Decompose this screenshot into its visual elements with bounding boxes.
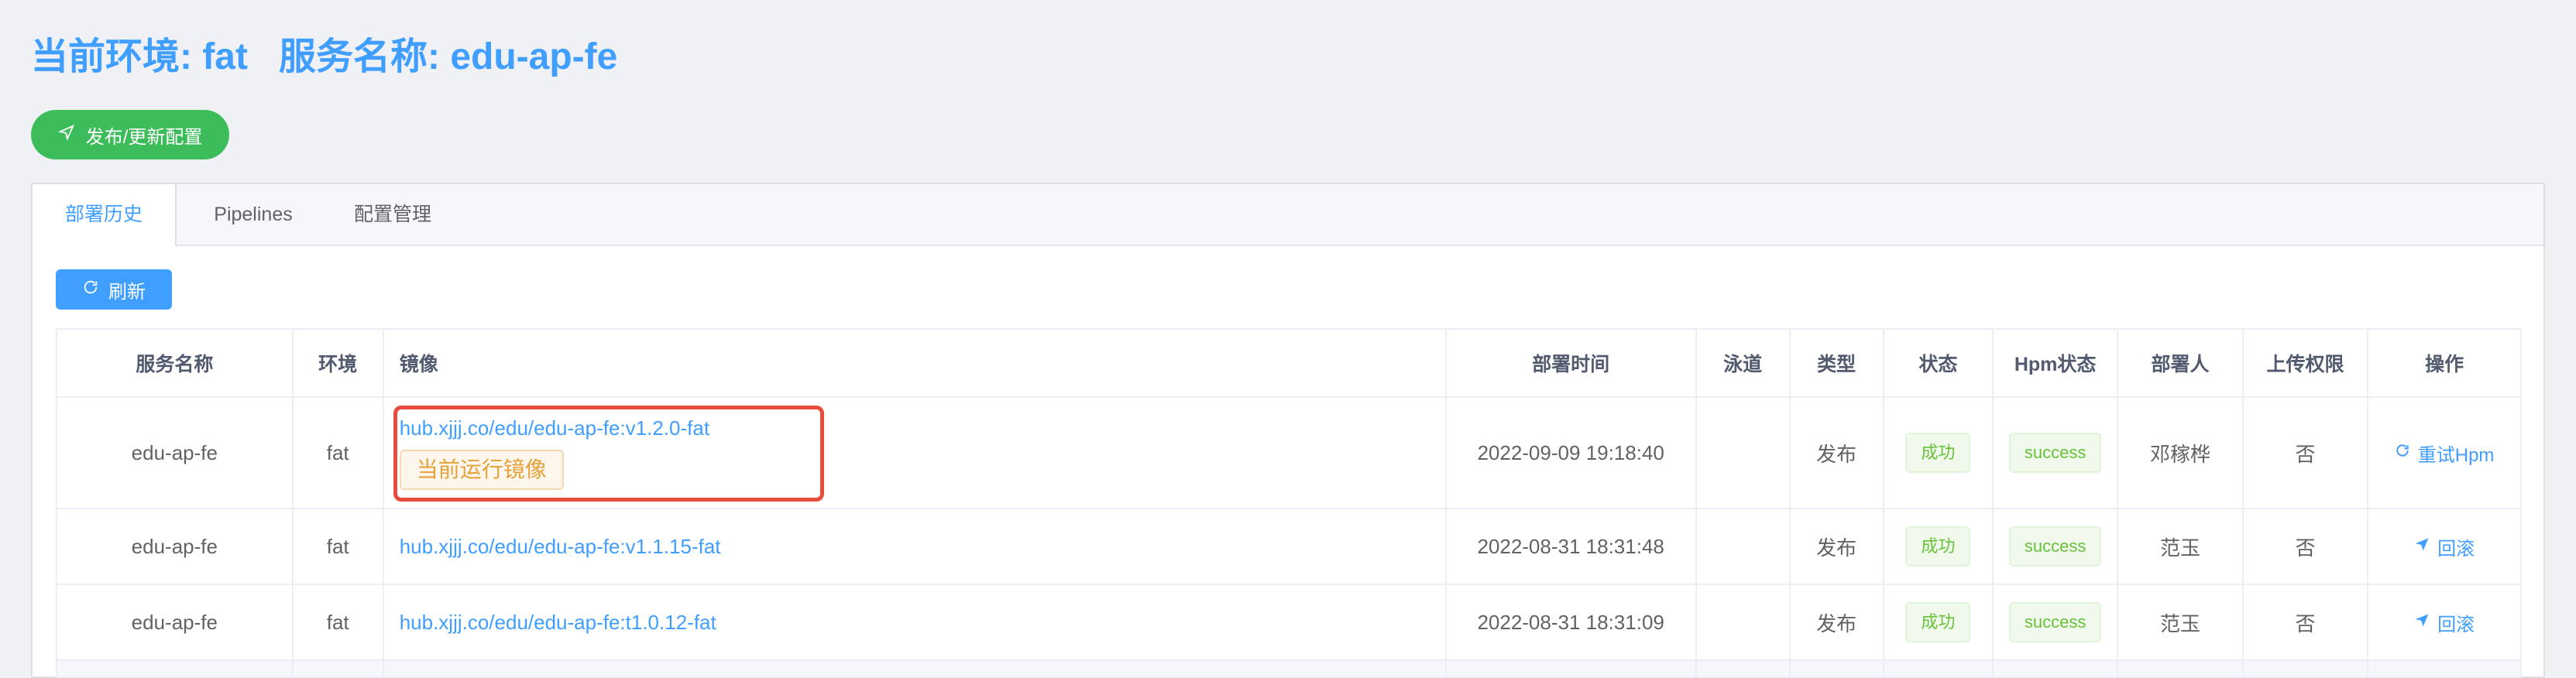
page-title: 当前环境: fat 服务名称: edu-ap-fe: [31, 36, 618, 77]
hpm-status-badge: success: [2008, 602, 2102, 642]
cell-hpm-status: success: [1991, 396, 2119, 509]
col-actions: 操作: [2367, 328, 2522, 398]
rollback-button[interactable]: 回滚: [2414, 533, 2475, 560]
cell-service: edu-ap-fe: [56, 584, 294, 661]
cell-empty: [382, 659, 1447, 678]
col-deployer: 部署人: [2117, 328, 2244, 398]
status-badge: 成功: [1905, 526, 1971, 567]
cell-empty: [1991, 659, 2119, 678]
tab-config-management[interactable]: 配置管理: [335, 184, 451, 245]
cell-status: 成功: [1882, 508, 1994, 585]
annotation-highlight-box: [393, 406, 824, 502]
col-type: 类型: [1788, 328, 1884, 398]
cell-upload: 否: [2241, 396, 2369, 509]
cell-env: fat: [291, 508, 384, 585]
refresh-button[interactable]: 刷新: [56, 269, 172, 310]
cell-deployer: 范玉: [2117, 584, 2244, 661]
cell-lane: [1695, 584, 1791, 661]
cell-image: hub.xjjj.co/edu/edu-ap-fe:v1.1.15-fat: [382, 508, 1447, 585]
cell-empty: [2367, 659, 2522, 678]
cell-env: fat: [291, 584, 384, 661]
table-row: [56, 659, 2522, 678]
table-header: 服务名称 环境 镜像 部署时间 泳道 类型 状态 Hpm状态 部署人 上传权限 …: [56, 328, 2522, 398]
publish-config-label: 发布/更新配置: [85, 126, 203, 148]
send-icon: [2414, 536, 2430, 557]
cell-empty: [1695, 659, 1791, 678]
rollback-label: 回滚: [2437, 614, 2475, 635]
table-row: edu-ap-fe fat hub.xjjj.co/edu/edu-ap-fe:…: [56, 584, 2522, 661]
cell-empty: [1444, 659, 1697, 678]
col-deploy-time: 部署时间: [1444, 328, 1697, 398]
cell-upload: 否: [2241, 584, 2369, 661]
table-row: edu-ap-fe fat hub.xjjj.co/edu/edu-ap-fe:…: [56, 508, 2522, 585]
tab-bar: 部署历史 Pipelines 配置管理: [33, 184, 2543, 246]
hpm-status-badge: success: [2008, 433, 2102, 473]
cell-empty: [2241, 659, 2369, 678]
col-upload-permission: 上传权限: [2241, 328, 2369, 398]
image-link[interactable]: hub.xjjj.co/edu/edu-ap-fe:v1.1.15-fat: [400, 535, 721, 558]
col-status: 状态: [1882, 328, 1994, 398]
cell-env: fat: [291, 396, 384, 509]
col-hpm-status: Hpm状态: [1991, 328, 2119, 398]
cell-actions: 回滚: [2367, 508, 2522, 585]
cell-image: hub.xjjj.co/edu/edu-ap-fe:t1.0.12-fat: [382, 584, 1447, 661]
cell-hpm-status: success: [1991, 584, 2119, 661]
image-link[interactable]: hub.xjjj.co/edu/edu-ap-fe:t1.0.12-fat: [400, 611, 716, 634]
refresh-icon: [82, 279, 99, 301]
cell-actions: 回滚: [2367, 584, 2522, 661]
col-env: 环境: [291, 328, 384, 398]
cell-type: 发布: [1788, 508, 1884, 585]
deploy-history-table: 服务名称 环境 镜像 部署时间 泳道 类型 状态 Hpm状态 部署人 上传权限 …: [56, 328, 2522, 678]
tab-pipelines[interactable]: Pipelines: [195, 184, 311, 245]
cell-empty: [1882, 659, 1994, 678]
cell-service: edu-ap-fe: [56, 396, 294, 509]
cell-deployer: 邓稼桦: [2117, 396, 2244, 509]
cell-actions: 重试Hpm: [2367, 396, 2522, 509]
refresh-label: 刷新: [108, 281, 146, 303]
hpm-status-badge: success: [2008, 526, 2102, 567]
cell-deploy-time: 2022-09-09 19:18:40: [1444, 396, 1697, 509]
cell-status: 成功: [1882, 584, 1994, 661]
col-service-name: 服务名称: [56, 328, 294, 398]
content-card: 部署历史 Pipelines 配置管理 刷新 服务名称 环境 镜像 部署时间 泳…: [31, 183, 2545, 678]
send-icon: [2414, 611, 2430, 633]
cell-deployer: 范玉: [2117, 508, 2244, 585]
cell-lane: [1695, 396, 1791, 509]
cell-type: 发布: [1788, 584, 1884, 661]
cell-empty: [1788, 659, 1884, 678]
col-lane: 泳道: [1695, 328, 1791, 398]
send-icon: [57, 124, 75, 146]
status-badge: 成功: [1905, 602, 1971, 642]
rollback-button[interactable]: 回滚: [2414, 609, 2475, 636]
col-image: 镜像: [382, 328, 1447, 398]
cell-status: 成功: [1882, 396, 1994, 509]
cell-deploy-time: 2022-08-31 18:31:48: [1444, 508, 1697, 585]
refresh-icon: [2395, 442, 2410, 464]
cell-empty: [2117, 659, 2244, 678]
cell-type: 发布: [1788, 396, 1884, 509]
status-badge: 成功: [1905, 433, 1971, 473]
cell-lane: [1695, 508, 1791, 585]
cell-empty: [291, 659, 384, 678]
cell-hpm-status: success: [1991, 508, 2119, 585]
rollback-label: 回滚: [2437, 538, 2475, 560]
retry-hpm-label: 重试Hpm: [2417, 444, 2495, 466]
cell-service: edu-ap-fe: [56, 508, 294, 585]
cell-deploy-time: 2022-08-31 18:31:09: [1444, 584, 1697, 661]
tab-deploy-history[interactable]: 部署历史: [33, 184, 177, 246]
publish-config-button[interactable]: 发布/更新配置: [31, 110, 229, 159]
retry-hpm-button[interactable]: 重试Hpm: [2395, 440, 2495, 467]
cell-upload: 否: [2241, 508, 2369, 585]
cell-empty: [56, 659, 294, 678]
